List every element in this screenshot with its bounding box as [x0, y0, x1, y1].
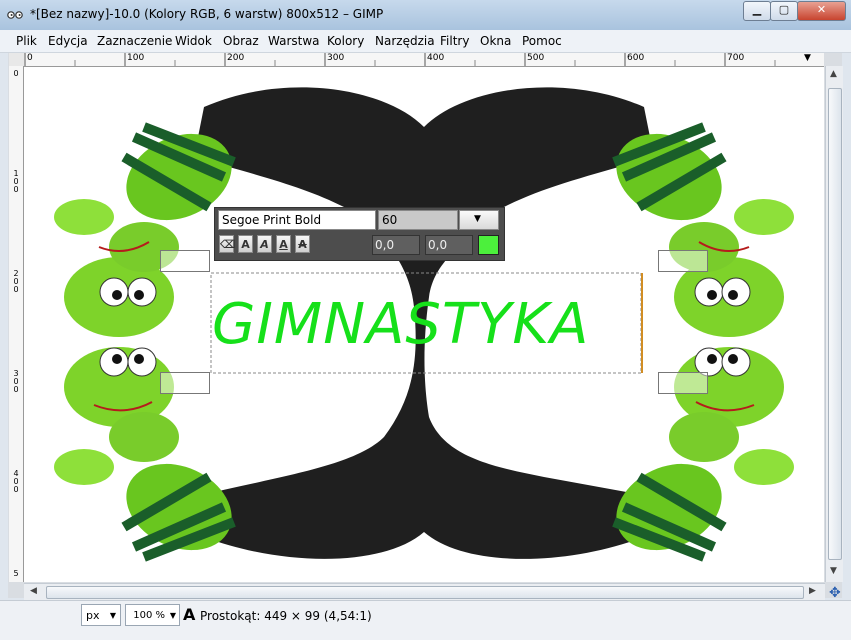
menu-widok[interactable]: Widok: [175, 34, 212, 48]
horizontal-ruler[interactable]: 0 100 200 300 400 500 600 700 ▼: [24, 53, 824, 67]
ruler-label: 0: [27, 53, 33, 63]
maximize-button[interactable]: ▢: [770, 1, 798, 21]
close-icon: ✕: [816, 3, 827, 16]
italic-button[interactable]: A: [257, 235, 272, 253]
menu-edycja[interactable]: Edycja: [48, 34, 88, 48]
horizontal-scrollbar[interactable]: ◀ ▶: [24, 583, 825, 600]
bold-button[interactable]: A: [238, 235, 253, 253]
ruler-label: 5: [13, 569, 19, 578]
ruler-label: 100: [127, 53, 145, 63]
baseline-field[interactable]: 0,0: [372, 235, 420, 255]
ruler-label: 400: [427, 53, 445, 63]
horizontal-scroll-thumb[interactable]: [46, 586, 804, 599]
zoom-value: 100 %: [133, 610, 165, 621]
ruler-label: 600: [627, 53, 645, 63]
scroll-up-icon[interactable]: ▲: [830, 69, 837, 79]
ruler-label: 0: [13, 69, 19, 78]
font-size-field[interactable]: 60: [378, 210, 458, 230]
vertical-ruler[interactable]: 0 1 0 0 2 0 0 3 0 0 4 0 0 5: [9, 66, 24, 582]
chevron-down-icon: ▼: [169, 611, 176, 620]
status-message: Prostokąt: 449 × 99 (4,54:1): [200, 609, 372, 623]
canvas-text-layer[interactable]: GIMNASTYKA: [212, 292, 589, 357]
underline-button[interactable]: A: [276, 235, 291, 253]
menu-zaznaczenie[interactable]: Zaznaczenie: [97, 34, 172, 48]
ruler-corner[interactable]: [9, 53, 25, 67]
clear-style-button[interactable]: ⌫: [219, 235, 236, 253]
close-button[interactable]: ✕: [797, 1, 846, 21]
ruler-label: 4 0 0: [13, 469, 19, 494]
handle-top-right[interactable]: [658, 250, 708, 272]
vertical-scroll-thumb[interactable]: [828, 88, 842, 560]
minimize-icon: ▁: [752, 3, 762, 16]
strikethrough-button[interactable]: A: [295, 235, 310, 253]
scroll-right-icon[interactable]: ▶: [809, 586, 816, 596]
chevron-down-icon: ▼: [474, 214, 481, 224]
maximize-icon: ▢: [778, 3, 790, 16]
menu-plik[interactable]: Plik: [16, 34, 37, 48]
menu-warstwa[interactable]: Warstwa: [268, 34, 320, 48]
window-title: *[Bez nazwy]-10.0 (Kolory RGB, 6 warstw)…: [30, 7, 384, 21]
ruler-label: 2 0 0: [13, 269, 19, 294]
ruler-label: 500: [527, 53, 545, 63]
frog-bottom-left: [54, 347, 236, 562]
minimize-button[interactable]: ▁: [743, 1, 771, 21]
frog-top-right: [612, 122, 794, 337]
vertical-scrollbar[interactable]: ▲ ▼: [825, 66, 843, 582]
ruler-label: 1 0 0: [13, 169, 19, 194]
menu-okna[interactable]: Okna: [480, 34, 511, 48]
zoom-selector[interactable]: 100 % ▼: [125, 604, 180, 626]
menu-narzedzia[interactable]: Narzędzia: [375, 34, 435, 48]
handle-top-left[interactable]: [160, 250, 210, 272]
kerning-field[interactable]: 0,0: [425, 235, 473, 255]
eraser-icon: ⌫: [220, 238, 236, 251]
chevron-down-icon: ▼: [109, 611, 116, 620]
ruler-label: 700: [727, 53, 745, 63]
handle-bottom-right[interactable]: [658, 372, 708, 394]
font-name-field[interactable]: Segoe Print Bold: [218, 210, 376, 230]
ruler-menu-arrow-icon[interactable]: ▼: [804, 53, 811, 63]
unit-value: px: [86, 609, 100, 622]
text-tool-icon: A: [183, 605, 196, 624]
menu-kolory[interactable]: Kolory: [327, 34, 364, 48]
scroll-down-icon[interactable]: ▼: [830, 566, 837, 576]
navigate-icon[interactable]: ✥: [829, 585, 841, 601]
gimp-app-icon: [7, 11, 23, 19]
scroll-left-icon[interactable]: ◀: [30, 586, 37, 596]
menu-bar: Plik Edycja Zaznaczenie Widok Obraz Wars…: [0, 30, 851, 53]
title-bar: *[Bez nazwy]-10.0 (Kolory RGB, 6 warstw)…: [0, 0, 851, 31]
handle-bottom-left[interactable]: [160, 372, 210, 394]
ruler-label: 300: [327, 53, 345, 63]
menu-obraz[interactable]: Obraz: [223, 34, 259, 48]
text-color-swatch[interactable]: [478, 235, 499, 255]
ruler-label: 200: [227, 53, 245, 63]
ruler-label: 3 0 0: [13, 369, 19, 394]
menu-pomoc[interactable]: Pomoc: [522, 34, 562, 48]
menu-filtry[interactable]: Filtry: [440, 34, 469, 48]
unit-selector[interactable]: px ▼: [81, 604, 121, 626]
size-unit-dropdown[interactable]: ▼: [459, 210, 499, 230]
